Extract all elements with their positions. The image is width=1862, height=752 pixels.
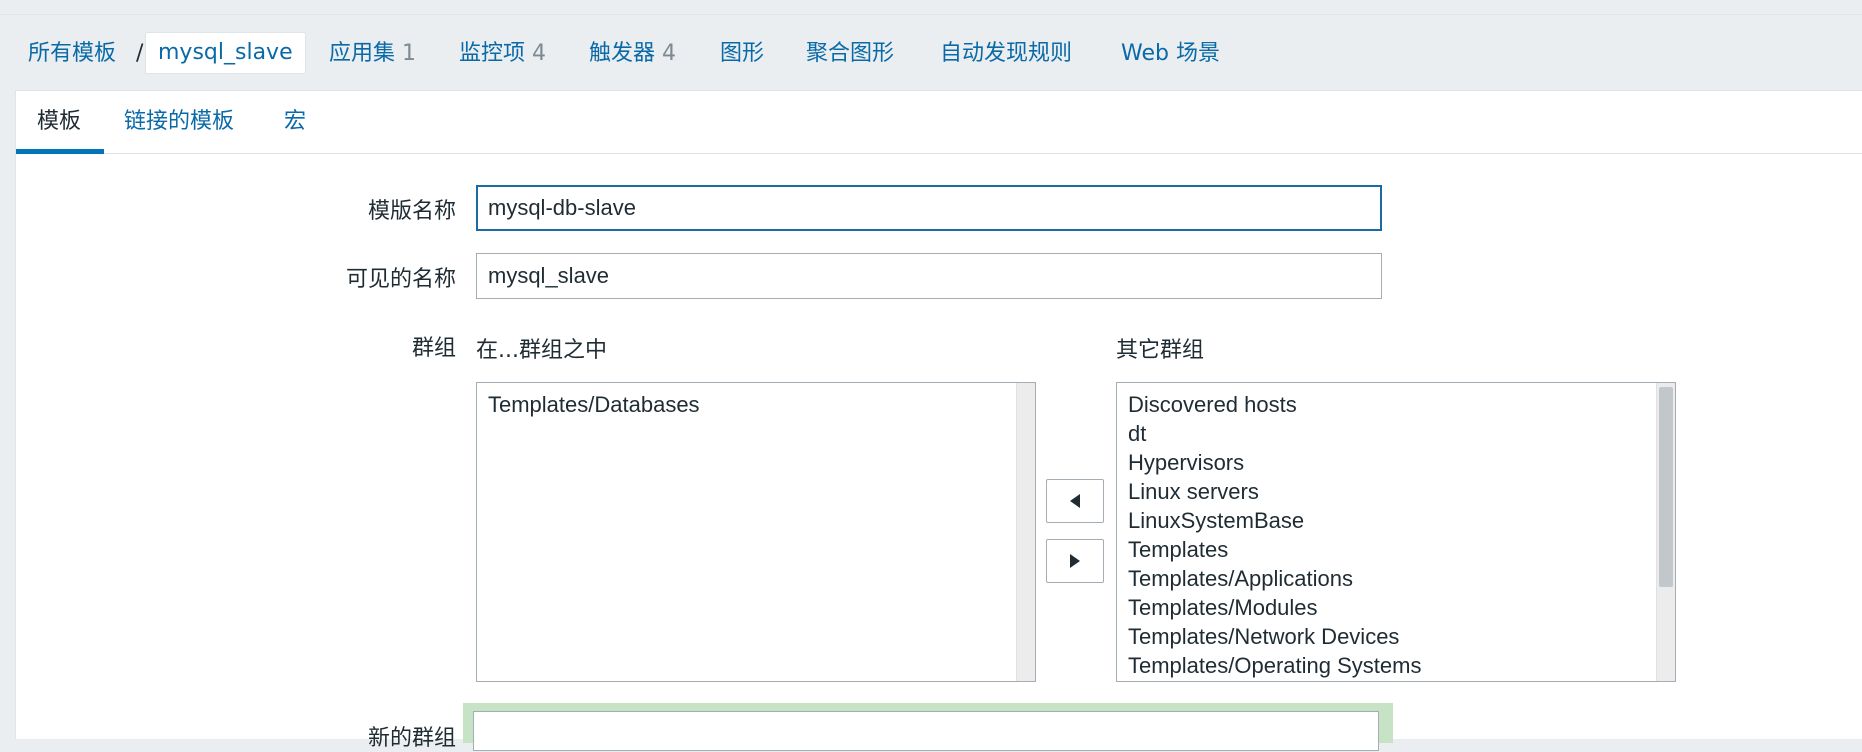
in-groups-option[interactable]: Templates/Databases — [477, 390, 1035, 419]
groups-label: 群组 — [411, 336, 456, 361]
other-groups-option[interactable]: Templates/Operating Systems — [1117, 651, 1675, 680]
nav-items[interactable]: 监控项 4 — [459, 32, 546, 76]
in-groups-listbox[interactable]: Templates/Databases — [476, 382, 1036, 682]
nav-applications[interactable]: 应用集 1 — [329, 32, 416, 76]
tab-template[interactable]: 模板 — [37, 91, 81, 153]
arrow-right-icon — [1070, 554, 1080, 568]
new-group-label: 新的群组 — [367, 726, 456, 751]
nav-applications-label: 应用集 — [329, 41, 396, 66]
other-groups-option[interactable]: Templates/Modules — [1117, 593, 1675, 622]
new-group-input[interactable] — [473, 711, 1379, 751]
current-template-link[interactable]: mysql_slave — [145, 32, 306, 74]
all-templates-link[interactable]: 所有模板 — [28, 32, 116, 76]
arrow-left-icon — [1070, 494, 1080, 508]
template-nav: 所有模板 / mysql_slave 应用集 1 监控项 4 触发器 4 图形 … — [0, 32, 1862, 76]
nav-web-scenarios[interactable]: Web 场景 — [1121, 32, 1220, 76]
tab-linked-templates[interactable]: 链接的模板 — [124, 91, 234, 153]
tab-bar: 模板 链接的模板 宏 — [16, 91, 1862, 154]
other-groups-option[interactable]: dt — [1117, 419, 1675, 448]
other-groups-option[interactable]: Linux servers — [1117, 477, 1675, 506]
other-groups-option[interactable]: Hypervisors — [1117, 448, 1675, 477]
in-groups-scrollbar[interactable] — [1016, 383, 1035, 681]
visible-name-input[interactable]: mysql_slave — [476, 253, 1382, 299]
other-groups-heading: 其它群组 — [1116, 338, 1205, 363]
other-groups-option[interactable]: LinuxSystemBase — [1117, 506, 1675, 535]
nav-screens[interactable]: 聚合图形 — [806, 32, 894, 76]
in-groups-heading: 在...群组之中 — [476, 338, 607, 363]
active-tab-indicator — [16, 149, 104, 154]
breadcrumb-separator: / — [136, 41, 144, 66]
other-groups-scroll-thumb[interactable] — [1659, 387, 1673, 587]
move-right-button[interactable] — [1046, 539, 1104, 583]
move-left-button[interactable] — [1046, 479, 1104, 523]
other-groups-option[interactable]: Templates/Network Devices — [1117, 622, 1675, 651]
visible-name-label: 可见的名称 — [345, 267, 456, 292]
other-groups-option[interactable]: Templates — [1117, 535, 1675, 564]
other-groups-option[interactable]: Templates/Applications — [1117, 564, 1675, 593]
other-groups-scrollbar[interactable] — [1656, 383, 1675, 681]
nav-applications-count: 1 — [402, 41, 417, 66]
nav-discovery-rules[interactable]: 自动发现规则 — [940, 32, 1072, 76]
new-group-highlight — [463, 703, 1393, 751]
other-groups-option[interactable]: Discovered hosts — [1117, 390, 1675, 419]
nav-triggers-count: 4 — [662, 41, 677, 66]
template-name-label: 模版名称 — [367, 199, 456, 224]
nav-triggers[interactable]: 触发器 4 — [589, 32, 676, 76]
nav-items-count: 4 — [532, 41, 547, 66]
template-name-input[interactable]: mysql-db-slave — [476, 185, 1382, 231]
tab-macros[interactable]: 宏 — [284, 91, 306, 153]
nav-items-label: 监控项 — [459, 41, 526, 66]
top-divider — [0, 14, 1862, 15]
nav-graphs[interactable]: 图形 — [720, 32, 764, 76]
nav-triggers-label: 触发器 — [589, 41, 656, 66]
other-groups-listbox[interactable]: Discovered hosts dt Hypervisors Linux serve… — [1116, 382, 1676, 682]
